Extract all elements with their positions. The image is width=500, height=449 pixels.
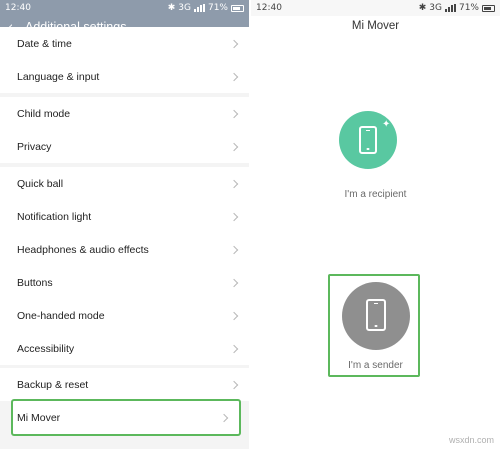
settings-item-label: One-handed mode bbox=[17, 309, 105, 322]
settings-item-label: Child mode bbox=[17, 107, 71, 120]
battery-icon bbox=[482, 4, 495, 12]
battery-percent: 71% bbox=[207, 3, 228, 13]
sender-button[interactable] bbox=[342, 282, 410, 350]
settings-item-backup-and-reset[interactable]: Backup & reset bbox=[0, 368, 249, 401]
settings-item-privacy[interactable]: Privacy bbox=[0, 130, 249, 163]
watermark: wsxdn.com bbox=[448, 435, 494, 445]
chevron-right-icon bbox=[229, 39, 239, 48]
settings-item-label: Buttons bbox=[17, 276, 53, 289]
settings-item-mi-mover[interactable]: Mi Mover bbox=[11, 399, 241, 436]
signal-icon bbox=[193, 4, 205, 12]
settings-item-language-and-input[interactable]: Language & input bbox=[0, 60, 249, 93]
battery-icon bbox=[231, 4, 244, 12]
sender-label[interactable]: I'm a sender bbox=[251, 360, 500, 371]
chevron-right-icon bbox=[229, 278, 239, 287]
recipient-label[interactable]: I'm a recipient bbox=[251, 189, 500, 200]
settings-item-label: Notification light bbox=[17, 210, 92, 223]
signal-icon bbox=[444, 4, 456, 12]
settings-item-notification-light[interactable]: Notification light bbox=[0, 200, 249, 233]
bluetooth-icon: ✱ bbox=[418, 3, 427, 13]
chevron-right-icon bbox=[229, 245, 239, 254]
sparkle-icon: ✦ bbox=[382, 119, 391, 130]
settings-item-one-handed-mode[interactable]: One-handed mode bbox=[0, 299, 249, 332]
status-bar: 12:40 ✱ 3G 71% bbox=[0, 0, 249, 16]
chevron-right-icon bbox=[229, 179, 239, 188]
settings-item-label: Quick ball bbox=[17, 177, 64, 190]
chevron-right-icon bbox=[229, 311, 239, 320]
chevron-right-icon bbox=[229, 212, 239, 221]
status-bar: 12:40 ✱ 3G 71% bbox=[251, 0, 500, 16]
chevron-right-icon bbox=[229, 380, 239, 389]
settings-item-headphones-and-audio-effects[interactable]: Headphones & audio effects bbox=[0, 233, 249, 266]
status-time: 12:40 bbox=[5, 3, 31, 13]
chevron-right-icon bbox=[229, 142, 239, 151]
chevron-right-icon bbox=[219, 413, 229, 422]
phone-icon bbox=[366, 299, 386, 331]
network-type: 3G bbox=[178, 3, 191, 13]
settings-item-label: Language & input bbox=[17, 70, 100, 83]
settings-item-label: Mi Mover bbox=[17, 411, 61, 424]
settings-item-label: Accessibility bbox=[17, 342, 75, 355]
chevron-right-icon bbox=[229, 109, 239, 118]
settings-item-quick-ball[interactable]: Quick ball bbox=[0, 167, 249, 200]
mi-mover-screen: 12:40 ✱ 3G 71% Mi Mover ✦ I'm a recipien… bbox=[251, 0, 500, 449]
settings-item-label: Backup & reset bbox=[17, 378, 89, 391]
settings-screen: ‹ Additional settings 12:40 ✱ 3G 71% Dat… bbox=[0, 0, 249, 449]
page-title: Mi Mover bbox=[351, 20, 400, 32]
settings-item-label: Headphones & audio effects bbox=[17, 243, 149, 256]
status-time: 12:40 bbox=[256, 3, 282, 13]
network-type: 3G bbox=[429, 3, 442, 13]
chevron-right-icon bbox=[229, 72, 239, 81]
settings-item-child-mode[interactable]: Child mode bbox=[0, 97, 249, 130]
settings-item-accessibility[interactable]: Accessibility bbox=[0, 332, 249, 365]
settings-item-label: Privacy bbox=[17, 140, 52, 153]
recipient-button[interactable]: ✦ bbox=[339, 111, 397, 169]
settings-item-label: Date & time bbox=[17, 37, 72, 50]
battery-percent: 71% bbox=[458, 3, 479, 13]
settings-item-buttons[interactable]: Buttons bbox=[0, 266, 249, 299]
bluetooth-icon: ✱ bbox=[167, 3, 176, 13]
phone-icon bbox=[359, 126, 377, 154]
chevron-right-icon bbox=[229, 344, 239, 353]
settings-item-date-and-time[interactable]: Date & time bbox=[0, 27, 249, 60]
